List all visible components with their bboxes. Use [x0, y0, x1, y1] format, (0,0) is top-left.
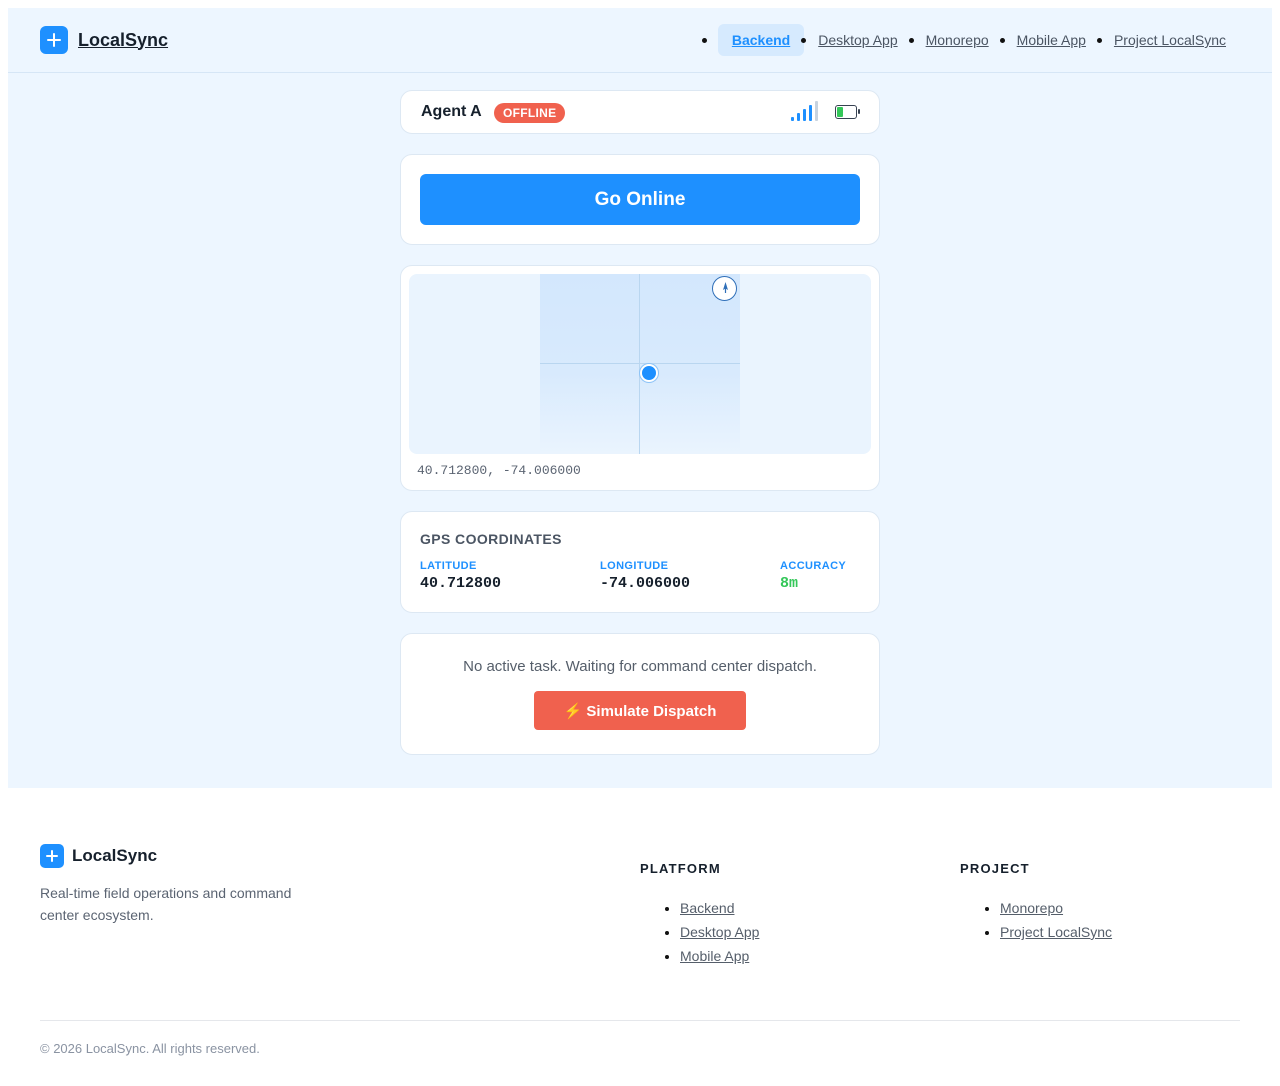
map-view[interactable]: [409, 274, 871, 454]
footer-divider: [40, 1020, 1240, 1021]
battery-icon: [835, 105, 860, 119]
footer-brand-name: LocalSync: [72, 846, 158, 865]
footer-platform-links: Backend Desktop App Mobile App: [640, 896, 759, 968]
accuracy-label: ACCURACY: [780, 560, 847, 572]
footer-platform-title: PLATFORM: [640, 861, 721, 876]
nav-link-project-localsync[interactable]: Project LocalSync: [1096, 24, 1240, 56]
footer-tagline: Real-time field operations and command c…: [40, 885, 292, 923]
gps-card-title: GPS COORDINATES: [420, 531, 562, 547]
nav-link-backend[interactable]: Backend: [701, 24, 805, 56]
footer-link-monorepo[interactable]: Monorepo: [1000, 896, 1112, 920]
footer-link-desktop-app[interactable]: Desktop App: [680, 920, 759, 944]
latitude-label: LATITUDE: [420, 560, 477, 572]
footer-platform-column: PLATFORM Backend Desktop App Mobile App: [640, 861, 759, 968]
map-tile: [540, 274, 740, 454]
gps-coordinates-card: GPS COORDINATES LATITUDE 40.712800 LONGI…: [400, 511, 880, 613]
plus-logo-icon: [40, 844, 64, 868]
latitude-value: 40.712800: [420, 575, 502, 592]
offline-status-badge: OFFLINE: [494, 103, 566, 123]
nav-link-mobile-app[interactable]: Mobile App: [999, 24, 1100, 56]
longitude-value: -74.006000: [600, 575, 691, 592]
app-shell: LocalSync Backend Desktop App Monorepo M…: [8, 8, 1272, 788]
simulate-dispatch-button[interactable]: ⚡ Simulate Dispatch: [534, 691, 746, 730]
latitude-field: LATITUDE 40.712800: [420, 560, 501, 592]
map-gridline: [540, 363, 740, 364]
task-card: No active task. Waiting for command cent…: [400, 633, 880, 755]
agent-name: Agent A: [421, 103, 482, 120]
brand-link[interactable]: LocalSync: [40, 26, 168, 54]
longitude-field: LONGITUDE -74.006000: [600, 560, 690, 592]
footer-link-backend[interactable]: Backend: [680, 896, 759, 920]
footer-project-title: PROJECT: [960, 861, 1030, 876]
battery-level: [837, 107, 843, 117]
nav-link-desktop-app[interactable]: Desktop App: [801, 24, 911, 56]
accuracy-field: ACCURACY 8m: [780, 560, 846, 592]
footer-link-mobile-app[interactable]: Mobile App: [680, 944, 759, 968]
footer-project-links: Monorepo Project LocalSync: [960, 896, 1112, 944]
compass-icon[interactable]: [712, 276, 737, 301]
footer-project-column: PROJECT Monorepo Project LocalSync: [960, 861, 1112, 944]
go-online-button[interactable]: Go Online: [420, 174, 860, 225]
map-coordinates-readout: 40.712800, -74.006000: [417, 463, 581, 478]
footer-brand: LocalSync: [40, 844, 157, 868]
accuracy-value: 8m: [780, 575, 799, 592]
agent-status-card: Agent A OFFLINE: [400, 90, 880, 134]
task-status-message: No active task. Waiting for command cent…: [463, 658, 817, 675]
site-footer: LocalSync Real-time field operations and…: [0, 788, 1280, 1086]
map-card: 40.712800, -74.006000: [400, 265, 880, 491]
longitude-label: LONGITUDE: [600, 560, 669, 572]
copyright-text: © 2026 LocalSync. All rights reserved.: [40, 1041, 260, 1056]
brand-name: LocalSync: [78, 29, 169, 50]
map-gridline: [639, 274, 640, 454]
signal-bars-icon: [791, 101, 819, 121]
footer-link-project-localsync[interactable]: Project LocalSync: [1000, 920, 1112, 944]
main-nav: Backend Desktop App Monorepo Mobile App …: [701, 24, 1240, 56]
go-online-card: Go Online: [400, 154, 880, 245]
nav-link-monorepo[interactable]: Monorepo: [908, 24, 1003, 56]
top-header: LocalSync Backend Desktop App Monorepo M…: [8, 8, 1272, 73]
plus-logo-icon: [40, 26, 68, 54]
location-dot-icon: [640, 364, 658, 382]
